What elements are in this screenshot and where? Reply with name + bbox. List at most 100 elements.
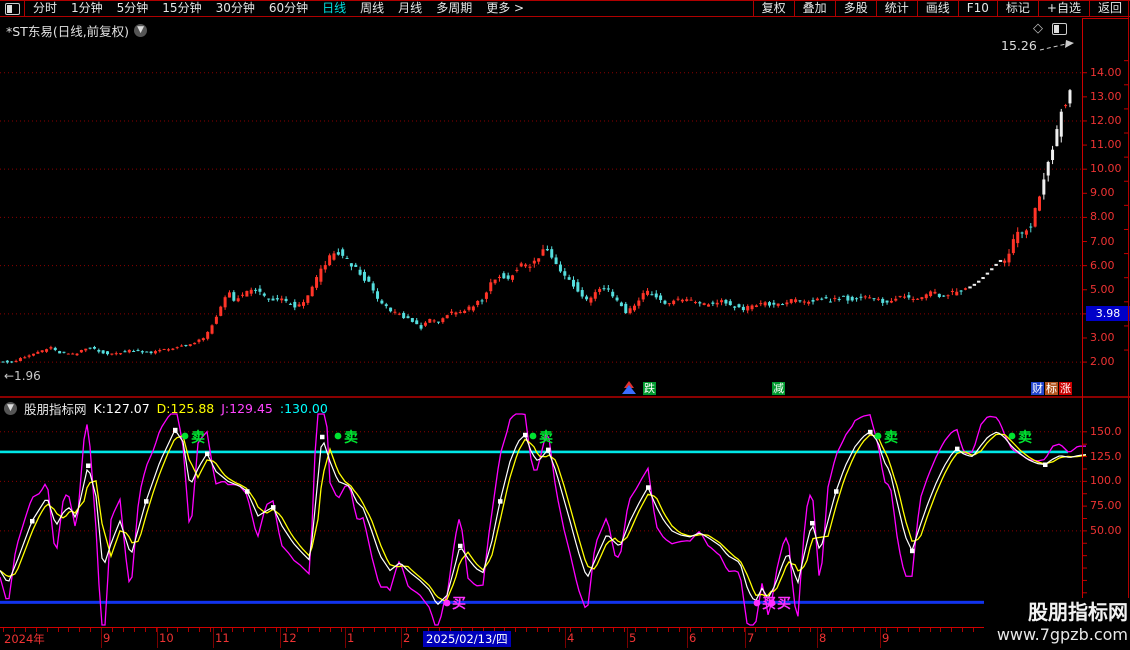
price-tick-label: 11.00 (1090, 138, 1122, 152)
price-tick-label: 9.00 (1090, 186, 1115, 200)
time-axis-minor-tick (929, 628, 931, 632)
stock-app-window: 分时 1分钟 5分钟 15分钟 30分钟 60分钟 日线 周线 月线 多周期 更多 > 复权 叠加 多股… (0, 0, 1130, 650)
time-axis-major-tick (345, 628, 346, 648)
price-tick-label: 12.00 (1090, 113, 1122, 127)
indicator-tick-label: 125.0 (1090, 449, 1122, 463)
time-axis-minor-tick (700, 628, 702, 632)
time-axis-major-tick (157, 628, 158, 648)
time-axis-minor-tick (918, 628, 920, 632)
low-price-annotation: ←1.96 (4, 369, 41, 383)
selected-date-label: 2025/02/13/四 (423, 631, 511, 647)
time-axis-minor-tick (624, 628, 626, 632)
time-axis-minor-tick (755, 628, 757, 632)
sell-signal-label: 卖 (191, 429, 205, 446)
sell-signal-label: 卖 (344, 429, 358, 446)
time-axis-minor-tick (907, 628, 909, 632)
time-axis-label: 11 (215, 631, 230, 645)
event-badge-财[interactable]: 财 (1031, 382, 1044, 395)
time-axis-minor-tick (875, 628, 876, 632)
time-axis-minor-tick (831, 628, 833, 632)
time-axis-minor-tick (526, 628, 528, 632)
price-tick-label: 6.00 (1090, 258, 1115, 272)
time-axis-minor-tick (667, 628, 669, 632)
indicator-d-value: D:125.88 (156, 401, 215, 416)
time-axis-minor-tick (122, 628, 124, 632)
time-axis-minor-tick (951, 628, 953, 632)
time-axis-minor-tick (711, 628, 713, 632)
time-axis-minor-tick (798, 628, 800, 632)
watermark-url: www.7gpzb.com (996, 625, 1128, 644)
time-axis-minor-tick (940, 628, 942, 632)
time-axis-minor-tick (308, 628, 310, 632)
indicator-param-value: :130.00 (279, 401, 328, 416)
time-axis-minor-tick (537, 628, 539, 632)
time-axis-minor-tick (319, 628, 321, 632)
time-axis-minor-tick (264, 628, 266, 632)
time-axis-minor-tick (962, 628, 964, 632)
price-tick-label: 14.00 (1090, 65, 1122, 79)
time-axis-minor-tick (580, 628, 582, 632)
time-axis-minor-tick (646, 628, 648, 632)
time-axis-minor-tick (199, 628, 201, 632)
time-axis-minor-tick (112, 628, 113, 632)
price-tick-label: 8.00 (1090, 210, 1115, 224)
time-axis-minor-tick (842, 628, 844, 632)
sell-signal-label: 卖 (884, 429, 898, 446)
event-badge-跌[interactable]: 跌 (643, 382, 656, 395)
time-axis-minor-tick (678, 628, 680, 632)
time-axis-minor-tick (602, 628, 604, 632)
price-tick-label: 5.00 (1090, 282, 1115, 296)
event-badge-标[interactable]: 标 (1045, 382, 1058, 395)
time-axis-minor-tick (548, 628, 549, 632)
time-axis-major-tick (745, 628, 746, 648)
time-axis-minor-tick (188, 628, 190, 632)
time-axis[interactable]: 2024年 9 10 11 12 1 2 2025/02/13/四 4 5 6 7 8 9 (0, 628, 1130, 650)
event-badge-减[interactable]: 减 (772, 382, 785, 395)
time-axis-label: 4 (567, 631, 575, 645)
time-axis-minor-tick (90, 628, 92, 632)
chart-canvas[interactable]: 卖卖卖卖卖买买买 (0, 0, 1130, 650)
price-tick-label: 7.00 (1090, 234, 1115, 248)
time-axis-minor-tick (362, 628, 364, 632)
high-price-annotation: 15.26 (1001, 38, 1037, 53)
time-axis-label: 7 (747, 631, 755, 645)
time-axis-minor-tick (395, 628, 397, 632)
time-axis-minor-tick (558, 628, 560, 632)
watermark-site-name: 股朋指标网 (1028, 600, 1128, 624)
time-axis-minor-tick (776, 628, 778, 632)
time-axis-minor-tick (275, 628, 277, 632)
time-axis-major-tick (817, 628, 818, 648)
time-axis-minor-tick (46, 628, 48, 632)
sell-signal-label: 卖 (1018, 429, 1032, 446)
time-axis-label: 9 (882, 631, 890, 645)
time-axis-minor-tick (340, 628, 342, 632)
time-axis-minor-tick (68, 628, 70, 632)
event-badge-涨[interactable]: 涨 (1059, 382, 1072, 395)
indicator-tick-label: 100.0 (1090, 474, 1122, 488)
axis-left-border (1082, 18, 1083, 627)
time-axis-minor-tick (133, 628, 135, 632)
time-axis-major-tick (565, 628, 566, 648)
indicator-tick-label: 75.00 (1090, 499, 1122, 513)
sell-signal-label: 卖 (539, 429, 553, 446)
time-axis-major-tick (627, 628, 628, 648)
indicator-tick-label: 50.00 (1090, 523, 1122, 537)
outer-right-border (1128, 0, 1129, 600)
time-axis-minor-tick (787, 628, 789, 632)
time-axis-label: 1 (347, 631, 355, 645)
time-axis-label: 2024年 (4, 632, 45, 646)
panel-separator[interactable] (0, 396, 1130, 398)
indicator-chevron-down-icon[interactable]: ▼ (4, 402, 17, 415)
time-axis-minor-tick (809, 628, 811, 632)
time-axis-label: 8 (819, 631, 827, 645)
time-axis-major-tick (880, 628, 881, 648)
time-axis-minor-tick (79, 628, 81, 632)
time-axis-major-tick (401, 628, 402, 648)
time-axis-minor-tick (253, 628, 255, 632)
time-axis-minor-tick (853, 628, 855, 632)
time-axis-minor-tick (57, 628, 59, 632)
price-tick-label: 10.00 (1090, 162, 1122, 176)
time-axis-label: 12 (282, 631, 297, 645)
time-axis-minor-tick (733, 628, 735, 632)
time-axis-minor-tick (231, 628, 233, 632)
